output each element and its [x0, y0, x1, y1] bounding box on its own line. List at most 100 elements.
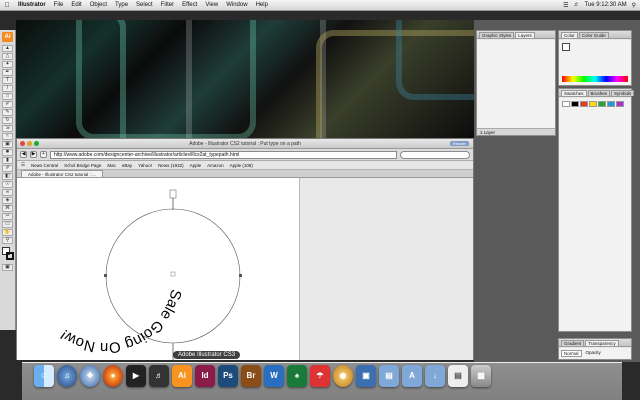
swatch[interactable]: [571, 101, 579, 107]
menu-select[interactable]: Select: [132, 2, 157, 8]
clock[interactable]: Tue 9:12:30 AM: [584, 2, 626, 8]
screen-mode-icon[interactable]: ▣: [2, 264, 13, 271]
back-icon[interactable]: ◀: [20, 151, 27, 158]
pen-tool-icon[interactable]: ✒: [2, 69, 13, 76]
line-tool-icon[interactable]: /: [2, 85, 13, 92]
anchor-point-right[interactable]: [239, 274, 242, 277]
free-transform-tool-icon[interactable]: ▣: [2, 141, 13, 148]
magic-wand-tool-icon[interactable]: ✦: [2, 61, 13, 68]
scale-tool-icon[interactable]: ⇲: [2, 125, 13, 132]
word-icon[interactable]: W: [264, 365, 284, 387]
safari-icon[interactable]: ❖: [80, 365, 100, 387]
symbol-sprayer-tool-icon[interactable]: ✸: [2, 149, 13, 156]
eraser-tool-icon[interactable]: ▭: [2, 221, 13, 228]
bridge-icon[interactable]: Br: [241, 365, 261, 387]
dashboard-icon[interactable]: ♠: [287, 365, 307, 387]
menu-view[interactable]: View: [201, 2, 222, 8]
path-text[interactable]: Sale Going On Now!: [57, 288, 184, 357]
bookmark-item[interactable]: Mac: [107, 163, 116, 168]
preview-icon[interactable]: ☂: [310, 365, 330, 387]
direct-selection-tool-icon[interactable]: △: [2, 53, 13, 60]
blend-mode-select[interactable]: Normal: [561, 350, 582, 357]
swatch[interactable]: [598, 101, 606, 107]
iphoto-icon[interactable]: ▣: [356, 365, 376, 387]
tab-transparency[interactable]: Transparency: [585, 340, 619, 346]
artboard[interactable]: Sale Going On Now!: [17, 178, 299, 360]
rotate-tool-icon[interactable]: ↻: [2, 117, 13, 124]
finder-icon[interactable]: ☺: [34, 365, 54, 387]
add-bookmark-icon[interactable]: +: [40, 151, 47, 158]
swatch[interactable]: [562, 101, 570, 107]
none-swatch[interactable]: [562, 43, 570, 51]
photoshop-icon[interactable]: Ps: [218, 365, 238, 387]
tab-color[interactable]: Color: [561, 32, 578, 38]
zoom-tool-icon[interactable]: ⚲: [2, 237, 13, 244]
swatch[interactable]: [607, 101, 615, 107]
menu-filter[interactable]: Filter: [157, 2, 178, 8]
menu-edit[interactable]: Edit: [67, 2, 85, 8]
crop-tool-icon[interactable]: ⌘: [2, 205, 13, 212]
swatch[interactable]: [589, 101, 597, 107]
indesign-icon[interactable]: Id: [195, 365, 215, 387]
bookmark-item[interactable]: News Central: [31, 163, 58, 168]
menu-effect[interactable]: Effect: [178, 2, 201, 8]
blend-tool-icon[interactable]: ∞: [2, 189, 13, 196]
hand-tool-icon[interactable]: ✋: [2, 229, 13, 236]
bookmark-item[interactable]: eBay: [122, 163, 132, 168]
menu-file[interactable]: File: [50, 2, 68, 8]
gradient-tool-icon[interactable]: ◧: [2, 173, 13, 180]
volume-icon[interactable]: ♬: [573, 2, 579, 8]
firefox-icon[interactable]: ●: [103, 365, 123, 387]
warp-tool-icon[interactable]: ≈: [2, 133, 13, 140]
anchor-point-left[interactable]: [104, 274, 107, 277]
reader-button[interactable]: Reader: [449, 141, 469, 146]
menu-window[interactable]: Window: [222, 2, 251, 8]
bookmark-item[interactable]: Yahoo!: [138, 163, 152, 168]
color-spectrum[interactable]: [562, 76, 628, 82]
tab-graphic-styles[interactable]: Graphic Styles: [479, 32, 515, 38]
bookmark-item[interactable]: Schol Bridge Page: [64, 163, 101, 168]
tab-gradient[interactable]: Gradient: [561, 340, 585, 346]
forward-icon[interactable]: ▶: [30, 151, 37, 158]
wifi-icon[interactable]: ☰: [563, 2, 568, 9]
itunes-icon[interactable]: ♫: [57, 365, 77, 387]
swatch[interactable]: [580, 101, 588, 107]
tab-brushes[interactable]: Brushes: [587, 90, 611, 96]
bookmark-item[interactable]: Amazon: [207, 163, 224, 168]
mesh-tool-icon[interactable]: #: [2, 165, 13, 172]
menu-object[interactable]: Object: [86, 2, 111, 8]
tab-layers[interactable]: Layers: [515, 32, 535, 38]
bookmarks-icon[interactable]: ☰: [21, 162, 25, 168]
garageband-icon[interactable]: ♬: [149, 365, 169, 387]
downloads-folder-icon[interactable]: ↓: [425, 365, 445, 387]
applications-folder-icon[interactable]: A: [402, 365, 422, 387]
selection-tool-icon[interactable]: ▲: [2, 45, 13, 52]
menu-type[interactable]: Type: [111, 2, 132, 8]
eyedropper-tool-icon[interactable]: ☉: [2, 181, 13, 188]
search-field[interactable]: [400, 150, 470, 159]
illustrator-icon[interactable]: Ai: [172, 365, 192, 387]
menu-help[interactable]: Help: [252, 2, 272, 8]
trash-icon[interactable]: ▩: [471, 365, 491, 387]
tab-swatches[interactable]: Swatches: [561, 90, 587, 96]
pencil-tool-icon[interactable]: ✎: [2, 109, 13, 116]
rectangle-tool-icon[interactable]: □: [2, 93, 13, 100]
bookmark-item[interactable]: Apple (108): [230, 163, 253, 168]
spotlight-icon[interactable]: ⚲: [632, 2, 636, 9]
browser-tab[interactable]: Adobe - Illustrator CS2 tutorial : ...: [21, 170, 103, 177]
front-row-icon[interactable]: ▶: [126, 365, 146, 387]
fill-stroke-swatch[interactable]: [2, 247, 14, 261]
live-paint-tool-icon[interactable]: ◈: [2, 197, 13, 204]
paintbrush-tool-icon[interactable]: ✐: [2, 101, 13, 108]
tab-symbols[interactable]: Symbols: [611, 90, 635, 96]
automator-icon[interactable]: ◉: [333, 365, 353, 387]
type-tool-icon[interactable]: T: [2, 77, 13, 84]
menu-app[interactable]: Illustrator: [14, 2, 50, 8]
apple-menu-icon[interactable]: : [0, 2, 14, 9]
folder-icon[interactable]: ▤: [379, 365, 399, 387]
bookmark-item[interactable]: News (1932): [158, 163, 184, 168]
tab-color-guide[interactable]: Color Guide: [578, 32, 609, 38]
swatch[interactable]: [616, 101, 624, 107]
slice-tool-icon[interactable]: ✂: [2, 213, 13, 220]
graph-tool-icon[interactable]: ▮: [2, 157, 13, 164]
